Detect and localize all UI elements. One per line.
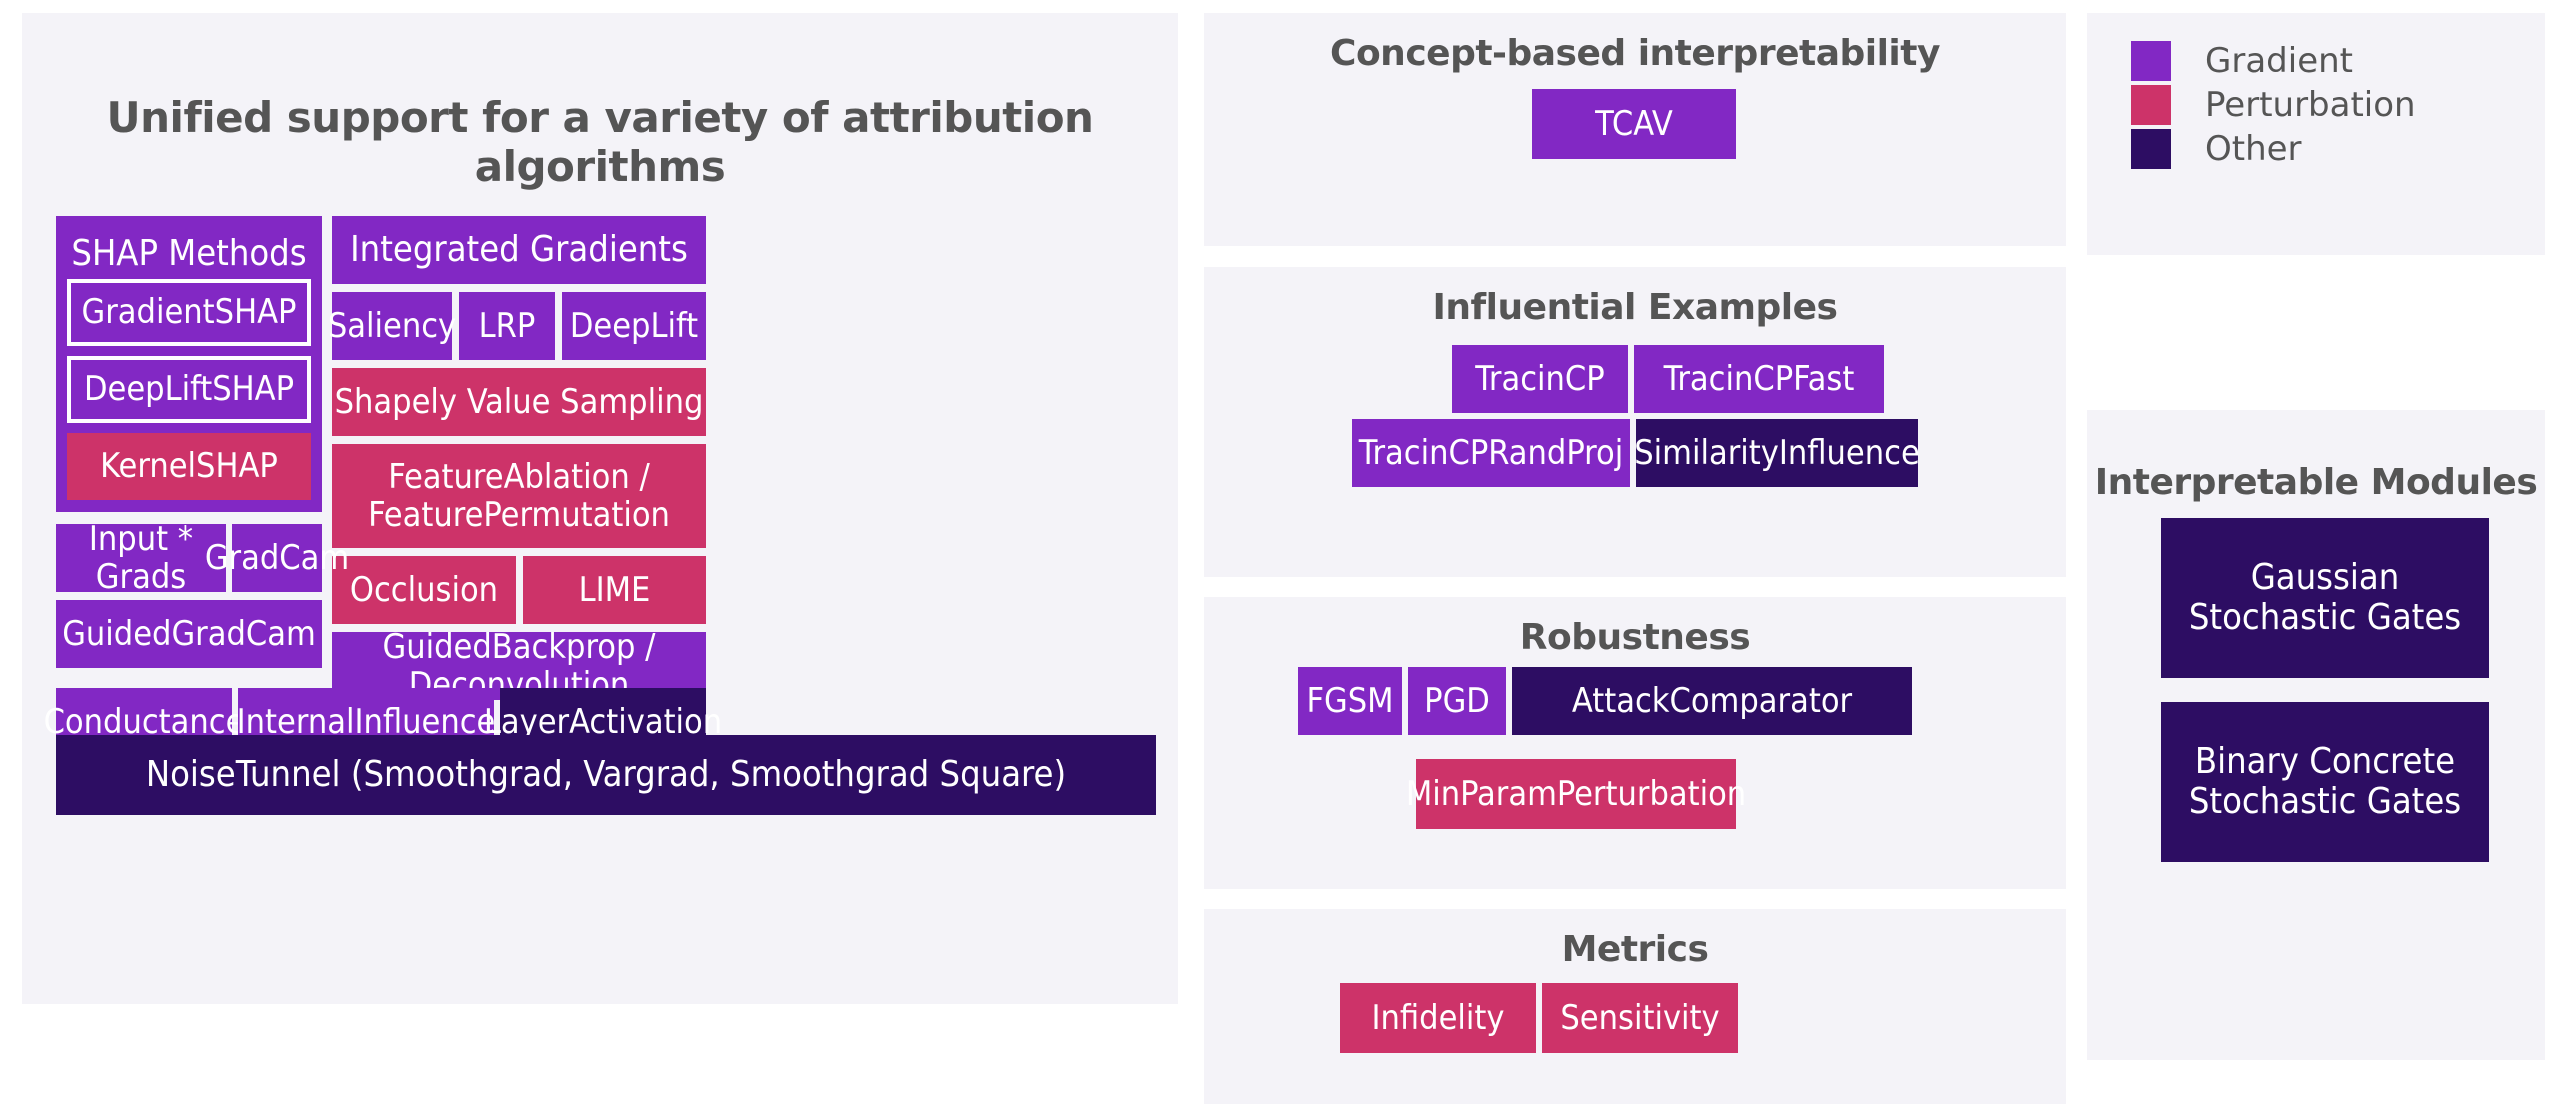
legend-swatch-perturbation-icon — [2131, 85, 2171, 125]
algorithm-box-fgsm[interactable]: FGSM — [1298, 667, 1402, 735]
algorithm-box-input-times-grads[interactable]: Input * Grads — [56, 520, 226, 596]
legend-swatch-gradient-icon — [2131, 41, 2171, 81]
algorithm-box-occlusion[interactable]: Occlusion — [332, 556, 516, 624]
algorithm-box-noisetunnel[interactable]: NoiseTunnel (Smoothgrad, Vargrad, Smooth… — [56, 735, 1156, 815]
algorithm-box-lrp[interactable]: LRP — [459, 292, 555, 360]
modules-section-title: Interpretable Modules — [2094, 462, 2538, 503]
concept-section-title: Concept-based interpretability — [1330, 33, 1940, 74]
algorithm-box-tracincp[interactable]: TracinCP — [1452, 345, 1628, 413]
influential-section-title: Influential Examples — [1432, 287, 1838, 328]
shap-methods-group: SHAP Methods GradientSHAP DeepLiftSHAP K… — [56, 216, 322, 512]
legend-label-perturbation: Perturbation — [2205, 85, 2416, 125]
legend-label-gradient: Gradient — [2205, 41, 2353, 81]
concept-based-interpretability-panel: Concept-based interpretability TCAV — [1204, 13, 2066, 246]
interpretable-modules-panel: Interpretable Modules Gaussian Stochasti… — [2087, 410, 2545, 1060]
algorithm-box-tracincpfast[interactable]: TracinCPFast — [1634, 345, 1884, 413]
robustness-section-title: Robustness — [1519, 617, 1751, 658]
algorithm-box-feature-ablation-permutation[interactable]: FeatureAblation / FeaturePermutation — [332, 444, 706, 548]
algorithm-box-shapely-value-sampling[interactable]: Shapely Value Sampling — [332, 368, 706, 436]
legend-label-other: Other — [2205, 129, 2302, 169]
legend-panel: Gradient Perturbation Other — [2087, 13, 2545, 255]
algorithm-box-pgd[interactable]: PGD — [1408, 667, 1506, 735]
algorithm-box-saliency[interactable]: Saliency — [328, 292, 456, 360]
algorithm-box-attackcomparator[interactable]: AttackComparator — [1512, 667, 1912, 735]
algorithm-box-sensitivity[interactable]: Sensitivity — [1542, 983, 1738, 1053]
shap-methods-label: SHAP Methods — [71, 233, 307, 274]
algorithm-box-minparamperturbation[interactable]: MinParamPerturbation — [1406, 759, 1746, 829]
algorithm-box-guidedgradcam[interactable]: GuidedGradCam — [56, 600, 322, 668]
influential-examples-panel: Influential Examples TracinCP TracinCPFa… — [1204, 267, 2066, 577]
algorithm-box-gradientshap[interactable]: GradientSHAP — [67, 279, 311, 346]
robustness-panel: Robustness FGSM PGD AttackComparator Min… — [1204, 597, 2066, 889]
legend-swatch-other-icon — [2131, 129, 2171, 169]
algorithm-box-infidelity[interactable]: Infidelity — [1340, 983, 1536, 1053]
algorithm-box-tcav[interactable]: TCAV — [1532, 89, 1736, 159]
legend-item-perturbation: Perturbation — [2131, 85, 2416, 125]
algorithm-box-kernelshap[interactable]: KernelSHAP — [67, 433, 311, 500]
legend-item-gradient: Gradient — [2131, 41, 2353, 81]
algorithm-box-tracincprandproj[interactable]: TracinCPRandProj — [1352, 419, 1630, 487]
algorithm-box-deepliftshap[interactable]: DeepLiftSHAP — [67, 356, 311, 423]
algorithm-box-deeplift[interactable]: DeepLift — [562, 292, 706, 360]
algorithm-box-lime[interactable]: LIME — [523, 556, 706, 624]
legend-item-other: Other — [2131, 129, 2302, 169]
algorithm-box-similarityinfluence[interactable]: SimilarityInfluence — [1634, 419, 1920, 487]
metrics-section-title: Metrics — [1561, 929, 1709, 970]
algorithm-box-integrated-gradients[interactable]: Integrated Gradients — [332, 216, 706, 284]
attribution-algorithms-panel: Unified support for a variety of attribu… — [22, 13, 1178, 1004]
module-box-binary-concrete-stochastic-gates[interactable]: Binary Concrete Stochastic Gates — [2161, 702, 2489, 862]
module-box-gaussian-stochastic-gates[interactable]: Gaussian Stochastic Gates — [2161, 518, 2489, 678]
page-title: Unified support for a variety of attribu… — [106, 93, 1094, 191]
algorithm-box-gradcam[interactable]: GradCam — [205, 524, 349, 592]
metrics-panel: Metrics Infidelity Sensitivity — [1204, 909, 2066, 1104]
